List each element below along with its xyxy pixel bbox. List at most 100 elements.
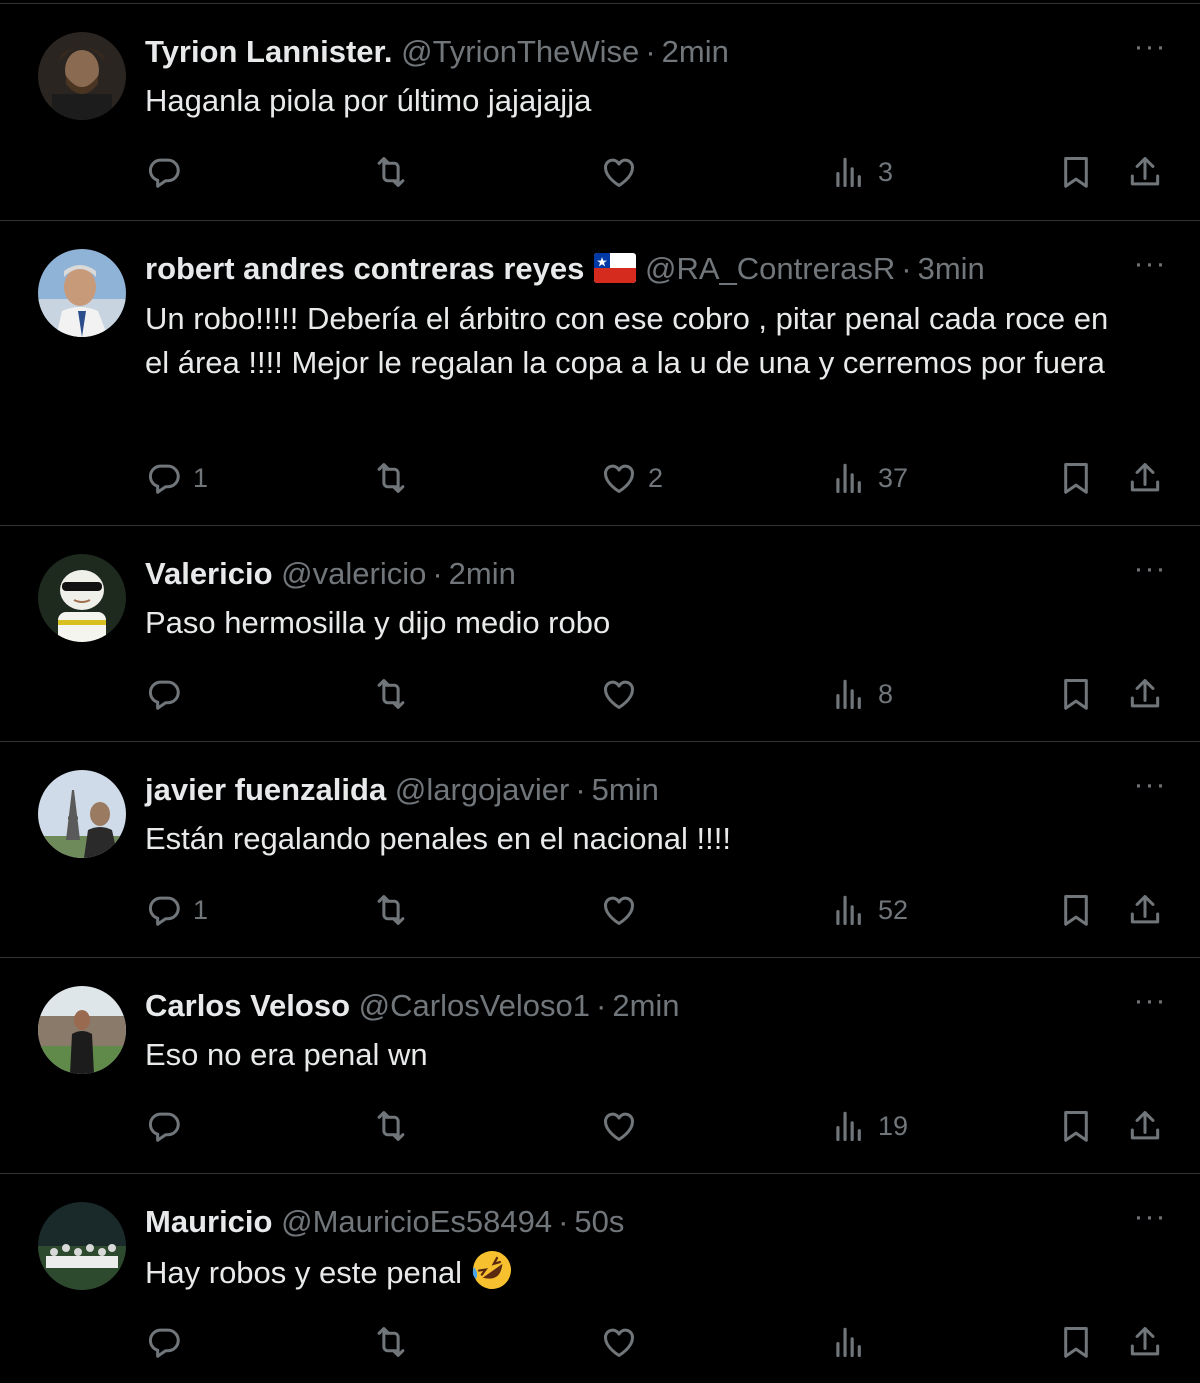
like-button[interactable] [600, 888, 648, 932]
more-options-button[interactable]: ··· [1130, 770, 1170, 810]
author-name[interactable]: robert andres contreras reyes [145, 251, 584, 286]
views-button[interactable]: 8 [830, 672, 893, 716]
author-handle[interactable]: @MauricioEs58494 [281, 1204, 552, 1239]
post-header: Tyrion Lannister. @TyrionTheWise · 2min [145, 32, 1110, 72]
retweet-button[interactable] [372, 1320, 420, 1364]
more-options-button[interactable]: ··· [1130, 32, 1170, 72]
reply-post-valericio[interactable]: Valericio @valericio · 2min ··· Paso hermo… [0, 526, 1200, 742]
action-bar: 1 2 37 [0, 456, 1200, 500]
bookmark-button[interactable] [1057, 456, 1095, 500]
bookmark-icon [1057, 153, 1095, 191]
share-button[interactable] [1126, 456, 1164, 500]
reply-button[interactable]: 1 [145, 456, 208, 500]
like-button[interactable] [600, 150, 648, 194]
more-options-button[interactable]: ··· [1130, 554, 1170, 594]
reply-bubble-icon [145, 153, 183, 191]
reply-button[interactable] [145, 1320, 193, 1364]
action-bar: 19 [0, 1104, 1200, 1148]
timestamp[interactable]: 3min [918, 251, 985, 286]
view-count: 19 [878, 1110, 909, 1141]
retweet-button[interactable] [372, 672, 420, 716]
chile-flag-icon [594, 253, 637, 283]
share-button[interactable] [1126, 888, 1164, 932]
timestamp[interactable]: 2min [612, 988, 679, 1023]
timestamp[interactable]: 50s [574, 1204, 624, 1239]
retweet-button[interactable] [372, 456, 420, 500]
author-name[interactable]: Tyrion Lannister. [145, 34, 392, 69]
share-button[interactable] [1126, 672, 1164, 716]
heart-icon [600, 1323, 638, 1361]
reply-post-mauricio[interactable]: Mauricio @MauricioEs58494 · 50s ··· Hay ro… [0, 1174, 1200, 1383]
views-button[interactable] [830, 1320, 878, 1364]
author-handle[interactable]: @CarlosVeloso1 [359, 988, 590, 1023]
bookmark-button[interactable] [1057, 672, 1095, 716]
author-handle[interactable]: @largojavier [395, 772, 569, 807]
separator: · [901, 251, 912, 286]
share-upload-icon [1126, 153, 1164, 191]
author-handle[interactable]: @RA_ContrerasR [645, 251, 895, 286]
reply-post-carlos[interactable]: Carlos Veloso @CarlosVeloso1 · 2min ··· Es… [0, 958, 1200, 1174]
reply-bubble-icon [145, 1107, 183, 1145]
bookmark-button[interactable] [1057, 888, 1095, 932]
views-button[interactable]: 52 [830, 888, 908, 932]
like-button[interactable]: 2 [600, 456, 663, 500]
avatar[interactable] [38, 986, 126, 1074]
more-options-button[interactable]: ··· [1130, 986, 1170, 1026]
share-button[interactable] [1126, 1320, 1164, 1364]
post-header: Mauricio @MauricioEs58494 · 50s [145, 1202, 1110, 1242]
avatar[interactable] [38, 1202, 126, 1290]
share-button[interactable] [1126, 150, 1164, 194]
like-button[interactable] [600, 672, 648, 716]
timestamp[interactable]: 5min [592, 772, 659, 807]
author-handle[interactable]: @valericio [281, 556, 426, 591]
post-text: Hay robos y este penal [145, 1255, 463, 1290]
views-bar-chart-icon [830, 1323, 868, 1361]
reply-button[interactable] [145, 672, 193, 716]
action-bar: 3 [0, 150, 1200, 194]
post-header: robert andres contreras reyes @RA_Contre… [145, 249, 1110, 289]
avatar[interactable] [38, 554, 126, 642]
post-text: Eso no era penal wn [145, 1037, 428, 1072]
heart-icon [600, 1107, 638, 1145]
views-button[interactable]: 3 [830, 150, 893, 194]
retweet-icon [372, 891, 410, 929]
reply-bubble-icon [145, 459, 183, 497]
separator: · [596, 988, 607, 1023]
views-button[interactable]: 37 [830, 456, 908, 500]
view-count: 8 [878, 678, 894, 709]
bookmark-icon [1057, 891, 1095, 929]
reply-post-javier[interactable]: javier fuenzalida @largojavier · 5min ··· … [0, 742, 1200, 958]
author-name[interactable]: Valericio [145, 556, 273, 591]
reply-button[interactable] [145, 150, 193, 194]
retweet-button[interactable] [372, 1104, 420, 1148]
more-options-button[interactable]: ··· [1130, 249, 1170, 289]
retweet-button[interactable] [372, 888, 420, 932]
retweet-button[interactable] [372, 150, 420, 194]
bookmark-button[interactable] [1057, 150, 1095, 194]
more-options-button[interactable]: ··· [1130, 1202, 1170, 1242]
avatar[interactable] [38, 32, 126, 120]
action-bar: 8 [0, 672, 1200, 716]
timestamp[interactable]: 2min [449, 556, 516, 591]
author-name[interactable]: Mauricio [145, 1204, 272, 1239]
bookmark-button[interactable] [1057, 1104, 1095, 1148]
author-handle[interactable]: @TyrionTheWise [401, 34, 639, 69]
timestamp[interactable]: 2min [662, 34, 729, 69]
like-button[interactable] [600, 1320, 648, 1364]
post-text: Paso hermosilla y dijo medio robo [145, 605, 611, 640]
retweet-icon [372, 153, 410, 191]
reply-post-robert[interactable]: robert andres contreras reyes @RA_Contre… [0, 221, 1200, 526]
author-name[interactable]: Carlos Veloso [145, 988, 350, 1023]
avatar[interactable] [38, 770, 126, 858]
reply-bubble-icon [145, 1323, 183, 1361]
avatar[interactable] [38, 249, 126, 337]
views-button[interactable]: 19 [830, 1104, 908, 1148]
author-name[interactable]: javier fuenzalida [145, 772, 386, 807]
like-button[interactable] [600, 1104, 648, 1148]
bookmark-button[interactable] [1057, 1320, 1095, 1364]
reply-button[interactable]: 1 [145, 888, 208, 932]
share-button[interactable] [1126, 1104, 1164, 1148]
reply-post-tyrion[interactable]: Tyrion Lannister. @TyrionTheWise · 2min ··… [0, 5, 1200, 221]
reply-count: 1 [193, 894, 209, 925]
reply-button[interactable] [145, 1104, 193, 1148]
